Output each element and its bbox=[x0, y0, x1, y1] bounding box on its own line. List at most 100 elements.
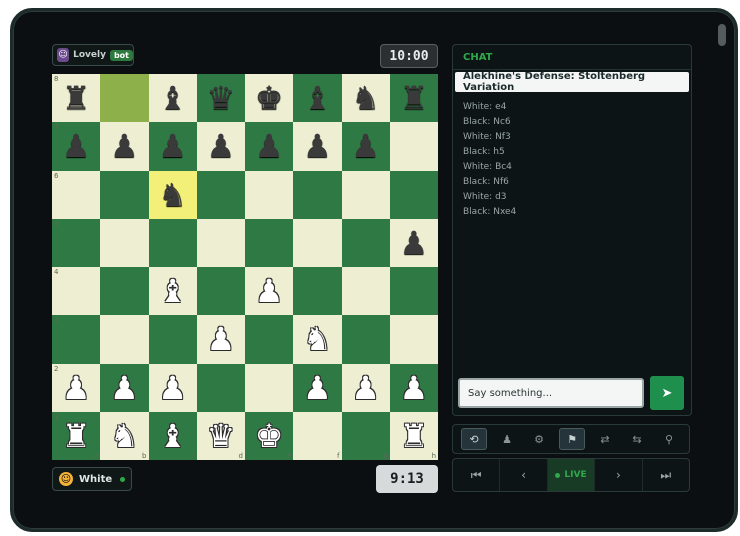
bottom-player-tag[interactable]: ☺ White bbox=[52, 467, 132, 491]
square-e2[interactable] bbox=[245, 363, 294, 412]
black-bishop-icon[interactable]: ♝ bbox=[158, 82, 187, 114]
live-button[interactable]: LIVE bbox=[547, 459, 596, 491]
square-e7[interactable]: ♟ bbox=[245, 122, 294, 171]
white-pawn-icon[interactable]: ♟ bbox=[110, 372, 139, 404]
tool-button-4[interactable]: ⚑ bbox=[559, 428, 585, 450]
square-h5[interactable]: ♟ bbox=[389, 218, 438, 267]
square-d7[interactable]: ♟ bbox=[196, 122, 245, 171]
square-h1[interactable]: h ♜ bbox=[389, 411, 438, 460]
square-g7[interactable]: ♟ bbox=[341, 122, 390, 171]
square-d6[interactable] bbox=[196, 170, 245, 219]
square-d1[interactable]: d ♛ bbox=[196, 411, 245, 460]
square-f7[interactable]: ♟ bbox=[293, 122, 342, 171]
square-e4[interactable]: ♟ bbox=[245, 267, 294, 316]
square-g4[interactable] bbox=[341, 267, 390, 316]
send-button[interactable]: ➤ bbox=[650, 376, 684, 410]
black-pawn-icon[interactable]: ♟ bbox=[207, 130, 236, 162]
square-b2[interactable]: ♟ bbox=[100, 363, 149, 412]
square-b3[interactable] bbox=[100, 315, 149, 364]
square-h8[interactable]: ♜ bbox=[389, 74, 438, 123]
square-b8[interactable] bbox=[100, 74, 149, 123]
prev-move-button[interactable]: ‹ bbox=[500, 459, 548, 491]
square-f3[interactable]: ♞ bbox=[293, 315, 342, 364]
white-rook-icon[interactable]: ♜ bbox=[62, 420, 91, 452]
square-c2[interactable]: ♟ bbox=[148, 363, 197, 412]
square-e8[interactable]: ♚ bbox=[245, 74, 294, 123]
square-a7[interactable]: 7 ♟ bbox=[52, 122, 101, 171]
square-b5[interactable] bbox=[100, 218, 149, 267]
white-pawn-icon[interactable]: ♟ bbox=[255, 275, 284, 307]
tool-button-3[interactable]: ⚙ bbox=[527, 429, 551, 449]
square-h6[interactable] bbox=[389, 170, 438, 219]
square-g1[interactable]: g bbox=[341, 411, 390, 460]
square-g5[interactable] bbox=[341, 218, 390, 267]
black-pawn-icon[interactable]: ♟ bbox=[110, 130, 139, 162]
square-b1[interactable]: b ♞ bbox=[100, 411, 149, 460]
white-pawn-icon[interactable]: ♟ bbox=[158, 372, 187, 404]
first-move-button[interactable]: ⏮ bbox=[453, 459, 501, 491]
square-g6[interactable] bbox=[341, 170, 390, 219]
white-pawn-icon[interactable]: ♟ bbox=[62, 372, 91, 404]
white-pawn-icon[interactable]: ♟ bbox=[351, 372, 380, 404]
white-bishop-icon[interactable]: ♝ bbox=[158, 275, 187, 307]
next-move-button[interactable]: › bbox=[595, 459, 643, 491]
black-pawn-icon[interactable]: ♟ bbox=[400, 227, 429, 259]
square-d4[interactable] bbox=[196, 267, 245, 316]
black-rook-icon[interactable]: ♜ bbox=[400, 82, 429, 114]
square-c5[interactable] bbox=[148, 218, 197, 267]
square-f5[interactable] bbox=[293, 218, 342, 267]
white-pawn-icon[interactable]: ♟ bbox=[303, 372, 332, 404]
square-h3[interactable] bbox=[389, 315, 438, 364]
tool-button-6[interactable]: ⇆ bbox=[625, 429, 649, 449]
square-a3[interactable]: 3 bbox=[52, 315, 101, 364]
square-h7[interactable] bbox=[389, 122, 438, 171]
square-e6[interactable] bbox=[245, 170, 294, 219]
tool-button-5[interactable]: ⇄ bbox=[593, 429, 617, 449]
square-c6[interactable]: ♞ bbox=[148, 170, 197, 219]
square-a4[interactable]: 4 bbox=[52, 267, 101, 316]
square-a2[interactable]: 2 ♟ bbox=[52, 363, 101, 412]
white-knight-icon[interactable]: ♞ bbox=[110, 420, 139, 452]
black-bishop-icon[interactable]: ♝ bbox=[303, 82, 332, 114]
tool-button-2[interactable]: ♟ bbox=[495, 429, 519, 449]
square-f6[interactable] bbox=[293, 170, 342, 219]
square-c8[interactable]: ♝ bbox=[148, 74, 197, 123]
square-f1[interactable]: f bbox=[293, 411, 342, 460]
square-a8[interactable]: 8 ♜ bbox=[52, 74, 101, 123]
square-d3[interactable]: ♟ bbox=[196, 315, 245, 364]
white-king-icon[interactable]: ♚ bbox=[255, 420, 284, 452]
black-knight-icon[interactable]: ♞ bbox=[351, 82, 380, 114]
square-c1[interactable]: c ♝ bbox=[148, 411, 197, 460]
tool-button-1[interactable]: ⟲ bbox=[461, 428, 487, 450]
square-b7[interactable]: ♟ bbox=[100, 122, 149, 171]
square-h4[interactable] bbox=[389, 267, 438, 316]
black-pawn-icon[interactable]: ♟ bbox=[62, 130, 91, 162]
square-e5[interactable] bbox=[245, 218, 294, 267]
square-c3[interactable] bbox=[148, 315, 197, 364]
square-d5[interactable] bbox=[196, 218, 245, 267]
square-e3[interactable] bbox=[245, 315, 294, 364]
square-d8[interactable]: ♛ bbox=[196, 74, 245, 123]
top-player-tag[interactable]: ☺ Lovely bot bbox=[52, 44, 134, 66]
square-e1[interactable]: e ♚ bbox=[245, 411, 294, 460]
black-pawn-icon[interactable]: ♟ bbox=[303, 130, 332, 162]
square-b4[interactable] bbox=[100, 267, 149, 316]
square-c7[interactable]: ♟ bbox=[148, 122, 197, 171]
black-king-icon[interactable]: ♚ bbox=[255, 82, 284, 114]
square-g3[interactable] bbox=[341, 315, 390, 364]
square-g2[interactable]: ♟ bbox=[341, 363, 390, 412]
square-a1[interactable]: 1 a ♜ bbox=[52, 411, 101, 460]
square-f2[interactable]: ♟ bbox=[293, 363, 342, 412]
square-b6[interactable] bbox=[100, 170, 149, 219]
square-a6[interactable]: 6 bbox=[52, 170, 101, 219]
black-queen-icon[interactable]: ♛ bbox=[207, 82, 236, 114]
square-d2[interactable] bbox=[196, 363, 245, 412]
last-move-button[interactable]: ⏭ bbox=[643, 459, 689, 491]
square-h2[interactable]: ♟ bbox=[389, 363, 438, 412]
white-rook-icon[interactable]: ♜ bbox=[400, 420, 429, 452]
black-rook-icon[interactable]: ♜ bbox=[62, 82, 91, 114]
white-bishop-icon[interactable]: ♝ bbox=[158, 420, 187, 452]
black-pawn-icon[interactable]: ♟ bbox=[255, 130, 284, 162]
white-pawn-icon[interactable]: ♟ bbox=[207, 323, 236, 355]
square-f8[interactable]: ♝ bbox=[293, 74, 342, 123]
